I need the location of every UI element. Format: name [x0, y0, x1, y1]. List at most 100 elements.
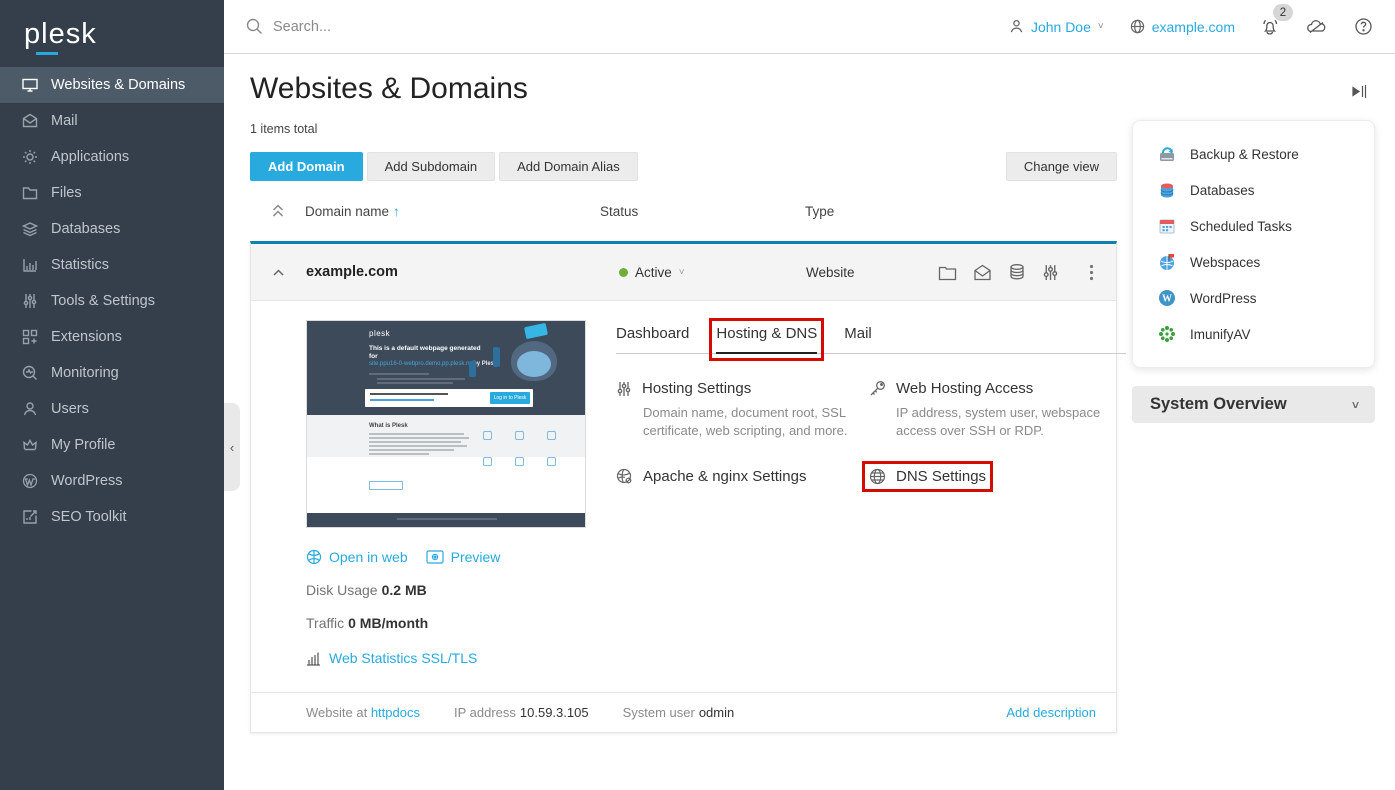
gear-icon: [22, 149, 38, 165]
sidebar-item-wordpress[interactable]: WordPress: [0, 463, 224, 499]
change-view-button[interactable]: Change view: [1006, 152, 1117, 181]
database-icon[interactable]: [1008, 263, 1026, 281]
system-overview-panel[interactable]: System Overview ˅: [1132, 386, 1375, 423]
httpdocs-link[interactable]: httpdocs: [371, 705, 420, 720]
search-icon: [246, 18, 263, 35]
add-subdomain-button[interactable]: Add Subdomain: [367, 152, 496, 181]
web-statistics-link[interactable]: Web Statistics SSL/TLS: [306, 650, 586, 666]
shortcut-label: Backup & Restore: [1190, 147, 1299, 162]
plesk-app: plesk Websites & Domains Mail Applicatio…: [0, 0, 1395, 790]
sidebar-item-label: My Profile: [51, 437, 115, 453]
tab-dashboard[interactable]: Dashboard: [616, 325, 689, 353]
web-hosting-access-link[interactable]: Web Hosting Access: [869, 380, 1126, 397]
sidebar-item-label: Databases: [51, 221, 120, 237]
sidebar-item-seo-toolkit[interactable]: SEO Toolkit: [0, 499, 224, 535]
feature-title-label: Hosting Settings: [642, 380, 751, 397]
imunifyav-link[interactable]: ImunifyAV: [1133, 316, 1374, 352]
status-dropdown[interactable]: Active ˅: [601, 265, 806, 280]
thumb-person: [493, 347, 500, 367]
column-header-type[interactable]: Type: [805, 204, 1117, 219]
add-domain-alias-button[interactable]: Add Domain Alias: [499, 152, 638, 181]
add-description-link[interactable]: Add description: [1006, 705, 1096, 720]
scheduled-tasks-link[interactable]: Scheduled Tasks: [1133, 208, 1374, 244]
apache-nginx-settings-link[interactable]: Apache & nginx Settings: [616, 468, 869, 485]
webspaces-link[interactable]: Webspaces: [1133, 244, 1374, 280]
cloud-status-button[interactable]: [1306, 19, 1328, 35]
sidebar-item-monitoring[interactable]: Monitoring: [0, 355, 224, 391]
preview-link[interactable]: Preview: [426, 549, 501, 565]
feature-hosting-settings: Hosting Settings Domain name, document r…: [616, 380, 869, 440]
sidebar-item-label: SEO Toolkit: [51, 509, 127, 525]
question-circle-icon: [1354, 17, 1373, 36]
sidebar-item-my-profile[interactable]: My Profile: [0, 427, 224, 463]
notifications-badge: 2: [1273, 4, 1293, 21]
shortcuts-panel: Backup & Restore Databases Scheduled Tas…: [1132, 120, 1375, 368]
wordpress-icon: [22, 473, 38, 489]
sidebar-item-label: Files: [51, 185, 82, 201]
sidebar-collapse-handle[interactable]: ‹: [224, 403, 240, 491]
sidebar-item-databases[interactable]: Databases: [0, 211, 224, 247]
hosting-settings-link[interactable]: Hosting Settings: [616, 380, 869, 397]
sidebar-item-statistics[interactable]: Statistics: [0, 247, 224, 283]
site-preview-thumbnail[interactable]: plesk This is a default webpage generate…: [306, 320, 586, 528]
user-icon: [22, 401, 38, 417]
thumb-login-button: Log in to Plesk: [490, 392, 530, 404]
sidebar-item-files[interactable]: Files: [0, 175, 224, 211]
globe-icon: [1130, 19, 1145, 34]
feature-title-label: DNS Settings: [896, 468, 986, 485]
dns-settings-link[interactable]: DNS Settings: [869, 468, 986, 485]
collapse-panel-button[interactable]: [1132, 84, 1375, 99]
mail-icon: [22, 113, 38, 129]
notifications-button[interactable]: 2: [1261, 17, 1280, 36]
shortcut-label: ImunifyAV: [1190, 327, 1251, 342]
collapse-row-button[interactable]: [251, 269, 306, 276]
sidebar-item-extensions[interactable]: Extensions: [0, 319, 224, 355]
globe-icon: [869, 468, 886, 485]
search-input[interactable]: [273, 19, 573, 35]
sliders-icon: [22, 293, 38, 309]
chevron-down-icon: ˅: [1098, 21, 1104, 32]
column-header-status[interactable]: Status: [600, 204, 805, 219]
sidebar-item-mail[interactable]: Mail: [0, 103, 224, 139]
help-button[interactable]: [1354, 17, 1373, 36]
system-overview-label: System Overview: [1150, 395, 1287, 414]
status-dot: [619, 268, 628, 277]
sidebar-item-applications[interactable]: Applications: [0, 139, 224, 175]
mail-icon[interactable]: [973, 264, 992, 281]
search-box: [246, 18, 1009, 35]
feature-apache-nginx: Apache & nginx Settings: [616, 468, 869, 490]
crown-icon: [22, 437, 38, 453]
preview-label: Preview: [451, 549, 501, 565]
cloud-slash-icon: [1306, 19, 1328, 35]
sidebar-item-label: Websites & Domains: [51, 77, 185, 93]
backup-restore-link[interactable]: Backup & Restore: [1133, 136, 1374, 172]
sidebar-item-tools-settings[interactable]: Tools & Settings: [0, 283, 224, 319]
thumb-header: plesk This is a default webpage generate…: [307, 321, 585, 415]
open-in-web-link[interactable]: Open in web: [306, 549, 408, 565]
collapse-all-button[interactable]: [250, 204, 305, 218]
files-icon[interactable]: [938, 264, 957, 281]
current-domain[interactable]: example.com: [1130, 19, 1235, 35]
backup-restore-icon: [1158, 145, 1176, 163]
type-label: Website: [806, 265, 938, 280]
sort-domain-name[interactable]: Domain name↑: [305, 204, 600, 219]
tab-mail[interactable]: Mail: [844, 325, 872, 353]
wordpress-link[interactable]: W WordPress: [1133, 280, 1374, 316]
sidebar-item-websites-domains[interactable]: Websites & Domains: [0, 67, 224, 103]
thumb-illustration: [503, 335, 565, 387]
calendar-icon: [1158, 217, 1176, 235]
add-domain-button[interactable]: Add Domain: [250, 152, 363, 181]
domain-row: example.com Active ˅ Website: [251, 244, 1116, 301]
sidebar-item-label: Users: [51, 401, 89, 417]
sidebar-item-users[interactable]: Users: [0, 391, 224, 427]
databases-link[interactable]: Databases: [1133, 172, 1374, 208]
settings-sliders-icon[interactable]: [1042, 264, 1059, 281]
sidebar-item-label: Mail: [51, 113, 78, 129]
column-header-label: Domain name: [305, 204, 389, 219]
tab-hosting-dns[interactable]: Hosting & DNS: [716, 325, 817, 354]
domain-name[interactable]: example.com: [306, 264, 601, 280]
thumb-footer: [307, 513, 585, 527]
more-actions-menu[interactable]: [1089, 264, 1094, 281]
user-menu[interactable]: John Doe ˅: [1009, 19, 1104, 35]
disk-usage: Disk Usage0.2 MB: [306, 582, 586, 598]
